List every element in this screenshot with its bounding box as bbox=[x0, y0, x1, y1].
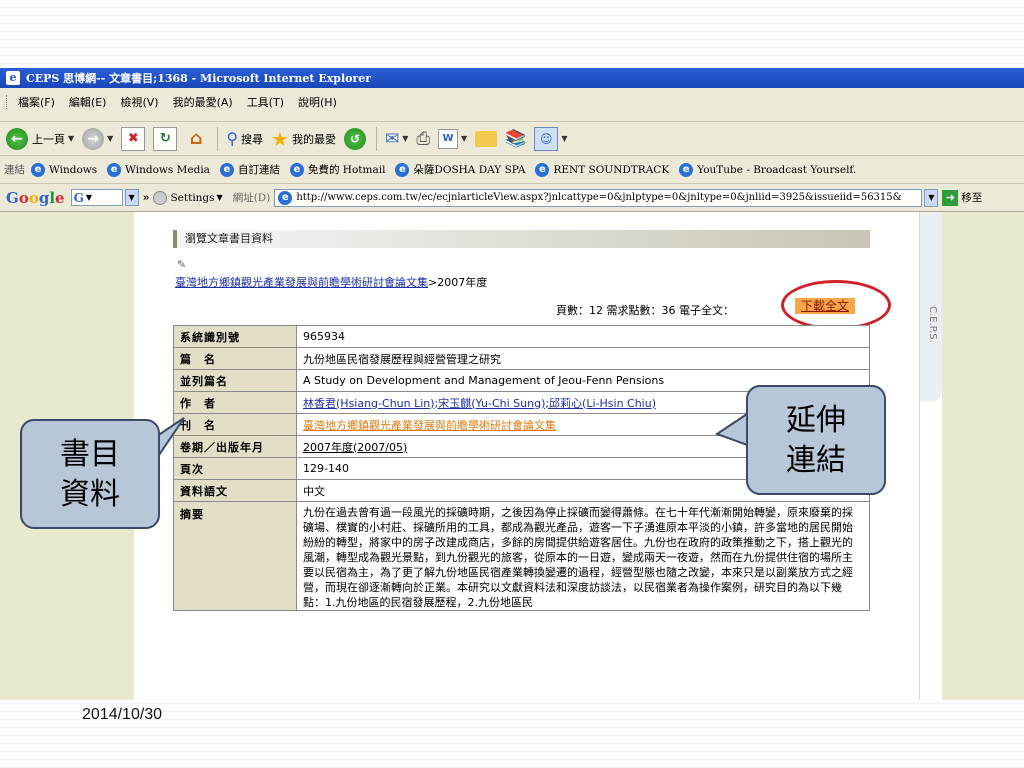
bibliographic-data-callout: 書目 資料 bbox=[20, 419, 160, 529]
left-callout-pointer bbox=[156, 417, 185, 462]
callout-text: 連結 bbox=[786, 443, 846, 478]
callout-text: 書目 bbox=[60, 437, 120, 472]
extended-links-callout: 延伸 連結 bbox=[746, 385, 886, 495]
callout-text: 延伸 bbox=[786, 403, 846, 438]
slide-date: 2014/10/30 bbox=[82, 706, 163, 723]
callout-text: 資料 bbox=[60, 477, 120, 512]
callout-pointers bbox=[156, 410, 751, 462]
